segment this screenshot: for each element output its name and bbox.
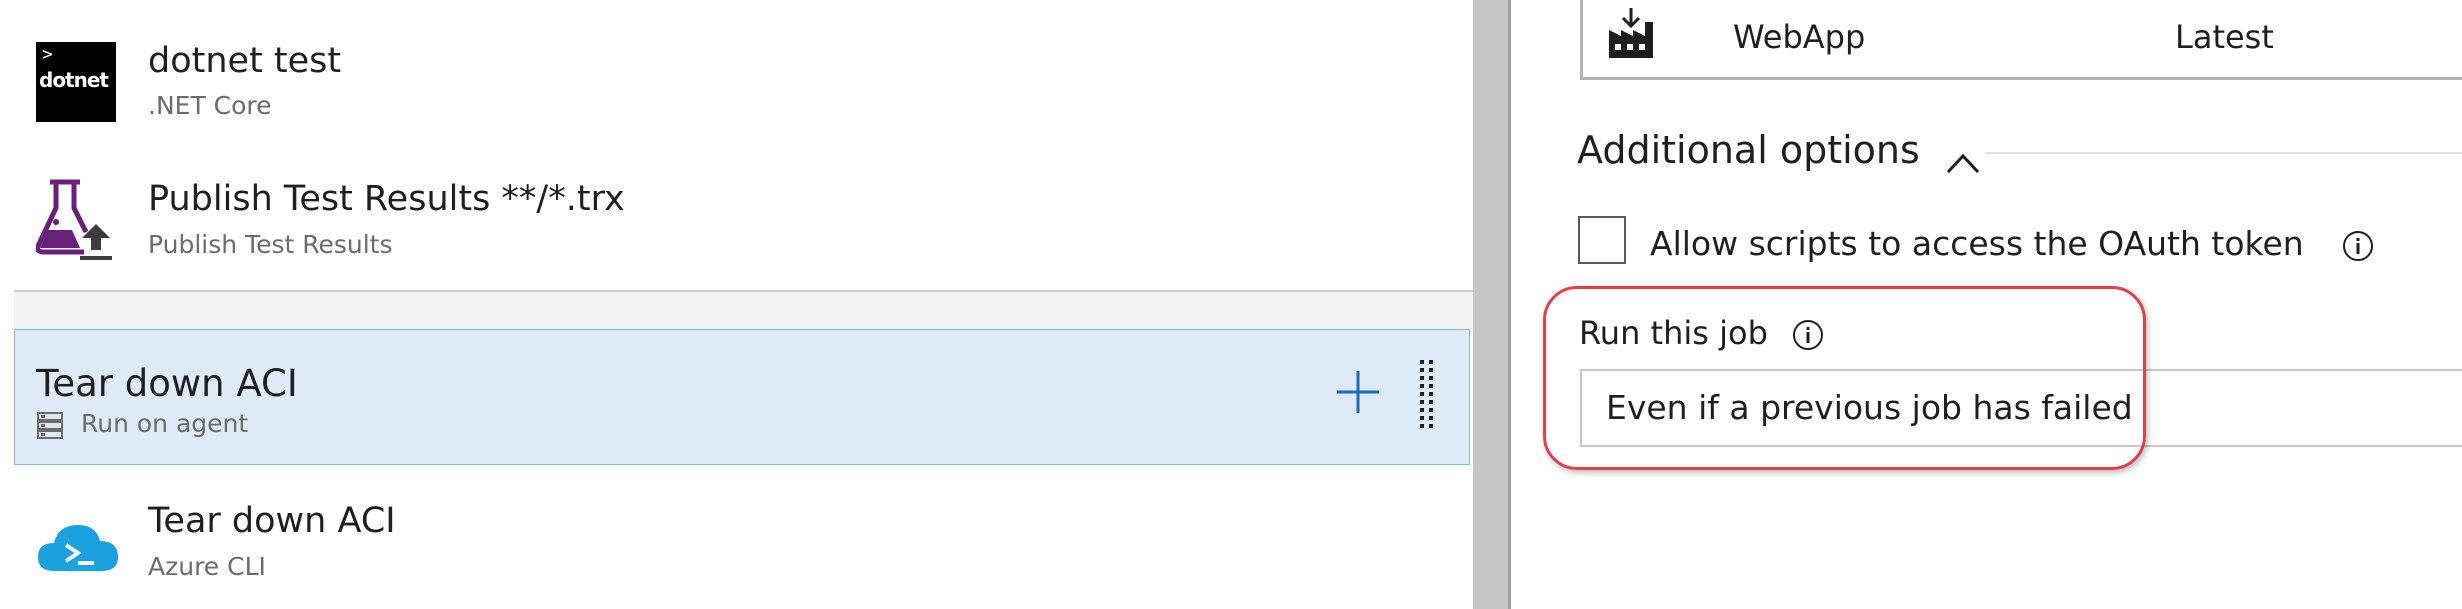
flask-publish-icon — [35, 178, 116, 262]
oauth-checkbox[interactable] — [1578, 216, 1626, 264]
chevron-up-icon[interactable] — [1946, 142, 1980, 173]
add-task-icon[interactable] — [1335, 369, 1381, 415]
job-subtitle: Run on agent — [81, 409, 249, 438]
additional-options-header[interactable]: Additional options — [1577, 128, 1980, 173]
task-subtitle: Publish Test Results — [148, 230, 393, 259]
task-item-tear-down-aci[interactable]: Tear down ACI Azure CLI — [14, 465, 1471, 609]
artifact-name: WebApp — [1733, 18, 1866, 56]
task-title: dotnet test — [148, 41, 342, 81]
artifact-row[interactable]: WebApp Latest — [1580, 0, 2462, 80]
info-icon[interactable] — [2342, 230, 2374, 262]
phase-separator — [14, 290, 1473, 332]
task-list-panel: > dotnet dotnet test .NET Core Publish T… — [0, 0, 1473, 609]
section-divider — [1985, 152, 2462, 154]
oauth-checkbox-label[interactable]: Allow scripts to access the OAuth token — [1650, 227, 2374, 262]
task-subtitle: .NET Core — [148, 91, 272, 120]
highlight-annotation — [1543, 286, 2146, 470]
artifact-version: Latest — [2175, 18, 2274, 56]
build-artifact-icon — [1607, 8, 1655, 60]
azure-cli-icon — [36, 513, 120, 579]
task-title: Publish Test Results **/*.trx — [148, 179, 625, 219]
dotnet-icon: > dotnet — [36, 42, 116, 122]
dotnet-icon-text: dotnet — [39, 68, 109, 92]
additional-options-title: Additional options — [1577, 128, 1920, 172]
server-icon — [36, 411, 64, 439]
oauth-label-text: Allow scripts to access the OAuth token — [1650, 224, 2304, 263]
job-title: Tear down ACI — [36, 362, 298, 405]
task-title: Tear down ACI — [148, 501, 396, 541]
task-subtitle: Azure CLI — [148, 552, 266, 581]
agent-job-row[interactable]: Tear down ACI Run on agent — [14, 329, 1470, 465]
panel-splitter[interactable] — [1473, 0, 1511, 609]
task-item-publish-test-results[interactable]: Publish Test Results **/*.trx Publish Te… — [14, 142, 1471, 290]
drag-handle-icon[interactable] — [1417, 359, 1437, 431]
task-item-dotnet-test[interactable]: > dotnet dotnet test .NET Core — [14, 0, 1471, 142]
